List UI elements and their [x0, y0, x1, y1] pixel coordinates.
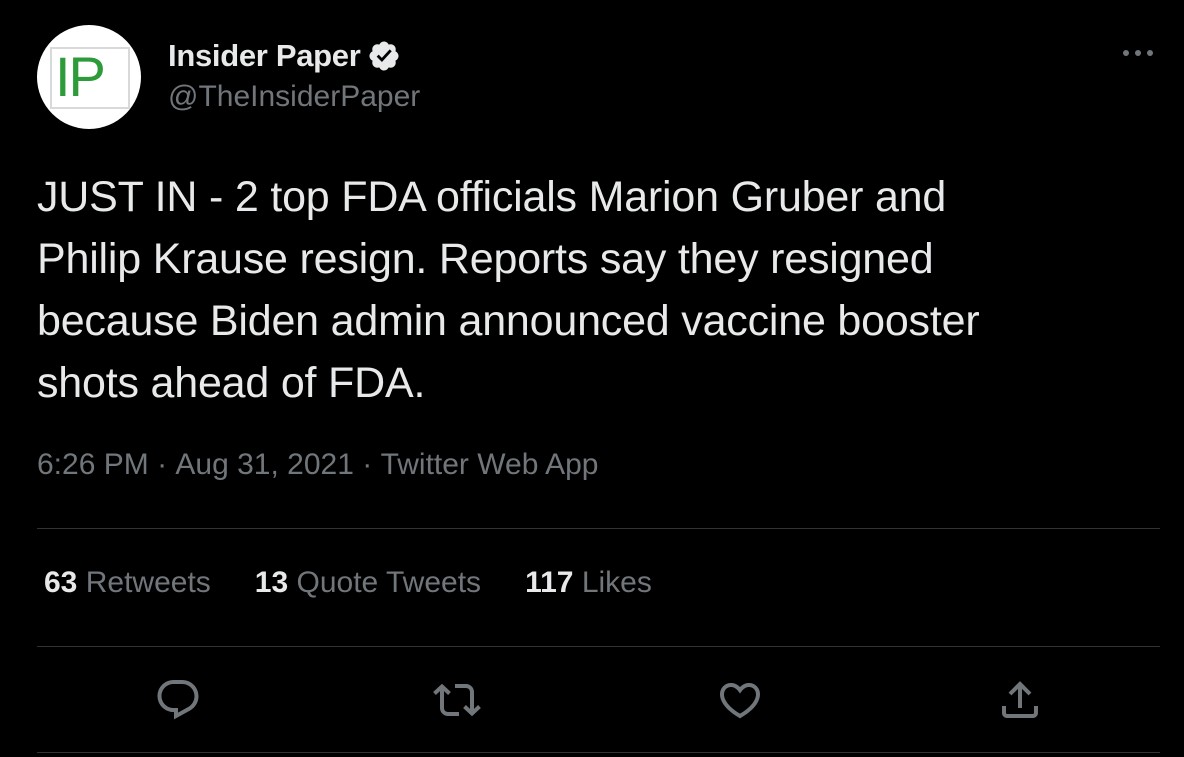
likes-label: Likes	[581, 566, 652, 599]
tweet-meta: 6:26 PM · Aug 31, 2021 · Twitter Web App	[37, 448, 598, 482]
quote-tweets-count: 13	[254, 566, 289, 599]
divider	[37, 646, 1160, 647]
retweets-count: 63	[44, 566, 78, 599]
more-options-icon[interactable]	[1116, 38, 1160, 68]
reply-icon[interactable]	[154, 676, 202, 724]
tweet-stats: 63 Retweets 13 Quote Tweets 117 Likes	[44, 566, 652, 600]
quote-tweets-label: Quote Tweets	[296, 566, 482, 599]
likes-count: 117	[525, 566, 574, 599]
divider	[37, 752, 1160, 753]
tweet-source[interactable]: Twitter Web App	[381, 448, 599, 482]
tweet-text: JUST IN - 2 top FDA officials Marion Gru…	[37, 173, 980, 407]
meta-separator: ·	[353, 448, 381, 481]
tweet-card: IP Insider Paper @TheInsiderPaper JUST I…	[0, 0, 1184, 757]
avatar-logo: IP	[50, 47, 130, 109]
display-name-row: Insider Paper	[168, 36, 401, 76]
likes-stat[interactable]: 117 Likes	[525, 566, 652, 600]
tweet-time[interactable]: 6:26 PM	[37, 448, 149, 482]
handle[interactable]: @TheInsiderPaper	[168, 80, 420, 114]
retweets-stat[interactable]: 63 Retweets	[44, 566, 211, 600]
avatar[interactable]: IP	[37, 25, 141, 129]
verified-badge-icon	[367, 39, 401, 73]
display-name[interactable]: Insider Paper	[168, 38, 361, 74]
quote-tweets-stat[interactable]: 13 Quote Tweets	[255, 566, 481, 600]
divider	[37, 528, 1160, 529]
heart-icon[interactable]	[716, 676, 764, 724]
retweets-label: Retweets	[85, 566, 211, 599]
share-icon[interactable]	[996, 676, 1044, 724]
tweet-date[interactable]: Aug 31, 2021	[175, 448, 354, 482]
tweet-actions	[0, 668, 1184, 732]
retweet-icon[interactable]	[433, 676, 481, 724]
meta-separator: ·	[148, 448, 176, 481]
